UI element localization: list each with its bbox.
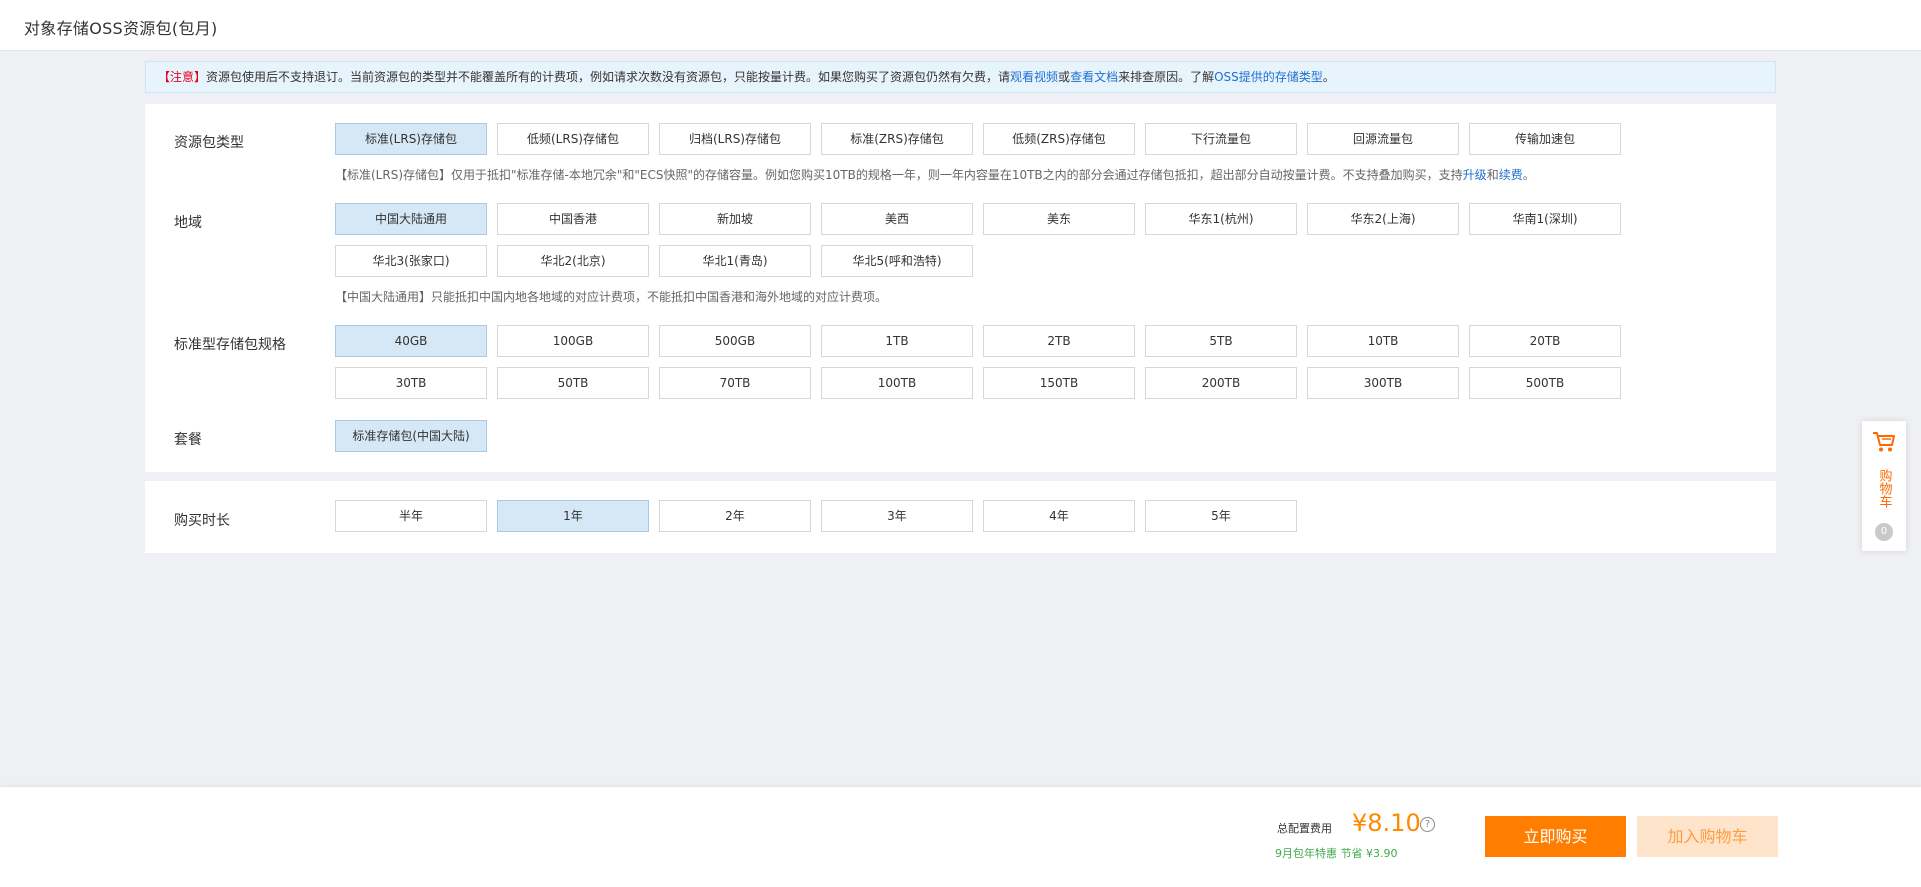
total-price: ¥8.10 [1352,809,1421,837]
floating-cart-label: 购物车 [1876,468,1892,508]
spec-option[interactable]: 2TB [983,325,1135,357]
hint-end: 。 [1522,168,1535,182]
region-hint: 【中国大陆通用】只能抵扣中国内地各地域的对应计费项，不能抵扣中国香港和海外地域的… [335,290,888,304]
package-type-option[interactable]: 传输加速包 [1469,123,1621,155]
hint-and: 和 [1486,168,1499,182]
cart-icon [1872,431,1896,456]
duration-option[interactable]: 5年 [1145,500,1297,532]
upgrade-link[interactable]: 升级 [1463,168,1487,182]
spec-option[interactable]: 70TB [659,367,811,399]
region-option[interactable]: 华北5(呼和浩特) [821,245,973,277]
promo-text: 9月包年特惠 节省 ¥3.90 [1275,847,1398,860]
spec-option[interactable]: 500GB [659,325,811,357]
spec-option[interactable]: 10TB [1307,325,1459,357]
region-option[interactable]: 中国大陆通用 [335,203,487,235]
region-option[interactable]: 新加坡 [659,203,811,235]
plan-option[interactable]: 标准存储包(中国大陆) [335,420,487,452]
spec-option[interactable]: 200TB [1145,367,1297,399]
spec-label: 标准型存储包规格 [174,337,286,353]
region-option[interactable]: 美西 [821,203,973,235]
package-type-option[interactable]: 低频(ZRS)存储包 [983,123,1135,155]
duration-panel: 购买时长 半年 1年 2年 3年 4年 5年 [145,481,1776,553]
region-option[interactable]: 美东 [983,203,1135,235]
order-footer: 总配置费用 ¥8.10 ? 9月包年特惠 节省 ¥3.90 立即购买 加入购物车 [0,787,1921,887]
package-type-option[interactable]: 回源流量包 [1307,123,1459,155]
add-to-cart-button[interactable]: 加入购物车 [1637,816,1778,857]
package-type-option[interactable]: 低频(LRS)存储包 [497,123,649,155]
cart-count-badge: 0 [1875,523,1893,541]
page-title: 对象存储OSS资源包(包月) [24,19,218,38]
storage-types-link[interactable]: OSS提供的存储类型 [1214,70,1323,84]
notice-or: 或 [1058,70,1071,84]
notice-text-2: 来排查原因。了解 [1118,70,1215,84]
region-option[interactable]: 华北3(张家口) [335,245,487,277]
notice-end: 。 [1322,70,1335,84]
spec-option[interactable]: 40GB [335,325,487,357]
config-panel: 资源包类型 标准(LRS)存储包 低频(LRS)存储包 归档(LRS)存储包 标准(Z… [145,104,1776,472]
package-type-option[interactable]: 归档(LRS)存储包 [659,123,811,155]
spec-option[interactable]: 100GB [497,325,649,357]
region-option[interactable]: 华北2(北京) [497,245,649,277]
notice-text: 资源包使用后不支持退订。当前资源包的类型并不能覆盖所有的计费项，例如请求次数没有… [206,70,1011,84]
region-option[interactable]: 华东1(杭州) [1145,203,1297,235]
package-type-label: 资源包类型 [174,135,244,151]
package-type-hint-text: 【标准(LRS)存储包】仅用于抵扣"标准存储-本地冗余"和"ECS快照"的存储容… [335,168,1463,182]
spec-option[interactable]: 300TB [1307,367,1459,399]
notice-banner: 【注意】资源包使用后不支持退订。当前资源包的类型并不能覆盖所有的计费项，例如请求… [145,61,1776,93]
spec-option[interactable]: 100TB [821,367,973,399]
spec-option[interactable]: 30TB [335,367,487,399]
region-option[interactable]: 华北1(青岛) [659,245,811,277]
region-option[interactable]: 华东2(上海) [1307,203,1459,235]
spec-option[interactable]: 150TB [983,367,1135,399]
spec-option[interactable]: 1TB [821,325,973,357]
duration-option[interactable]: 1年 [497,500,649,532]
region-option[interactable]: 中国香港 [497,203,649,235]
spec-option[interactable]: 50TB [497,367,649,399]
plan-label: 套餐 [174,432,202,448]
duration-label: 购买时长 [174,513,230,529]
view-docs-link[interactable]: 查看文档 [1070,70,1118,84]
package-type-option[interactable]: 下行流量包 [1145,123,1297,155]
price-help-icon[interactable]: ? [1420,817,1435,832]
spec-option[interactable]: 5TB [1145,325,1297,357]
duration-option[interactable]: 2年 [659,500,811,532]
package-type-option[interactable]: 标准(LRS)存储包 [335,123,487,155]
page-header: 对象存储OSS资源包(包月) [0,0,1921,51]
buy-now-button[interactable]: 立即购买 [1485,816,1626,857]
total-cost-label: 总配置费用 [1277,822,1332,835]
spec-option[interactable]: 20TB [1469,325,1621,357]
duration-option[interactable]: 4年 [983,500,1135,532]
floating-cart[interactable]: 购物车 0 [1862,421,1906,551]
watch-video-link[interactable]: 观看视频 [1010,70,1058,84]
spec-option[interactable]: 500TB [1469,367,1621,399]
package-type-option[interactable]: 标准(ZRS)存储包 [821,123,973,155]
region-option[interactable]: 华南1(深圳) [1469,203,1621,235]
duration-option[interactable]: 3年 [821,500,973,532]
region-label: 地域 [174,215,202,231]
renew-link[interactable]: 续费 [1499,168,1523,182]
duration-option[interactable]: 半年 [335,500,487,532]
notice-warning-label: 【注意】 [158,70,207,84]
package-type-hint: 【标准(LRS)存储包】仅用于抵扣"标准存储-本地冗余"和"ECS快照"的存储容… [335,166,1535,183]
